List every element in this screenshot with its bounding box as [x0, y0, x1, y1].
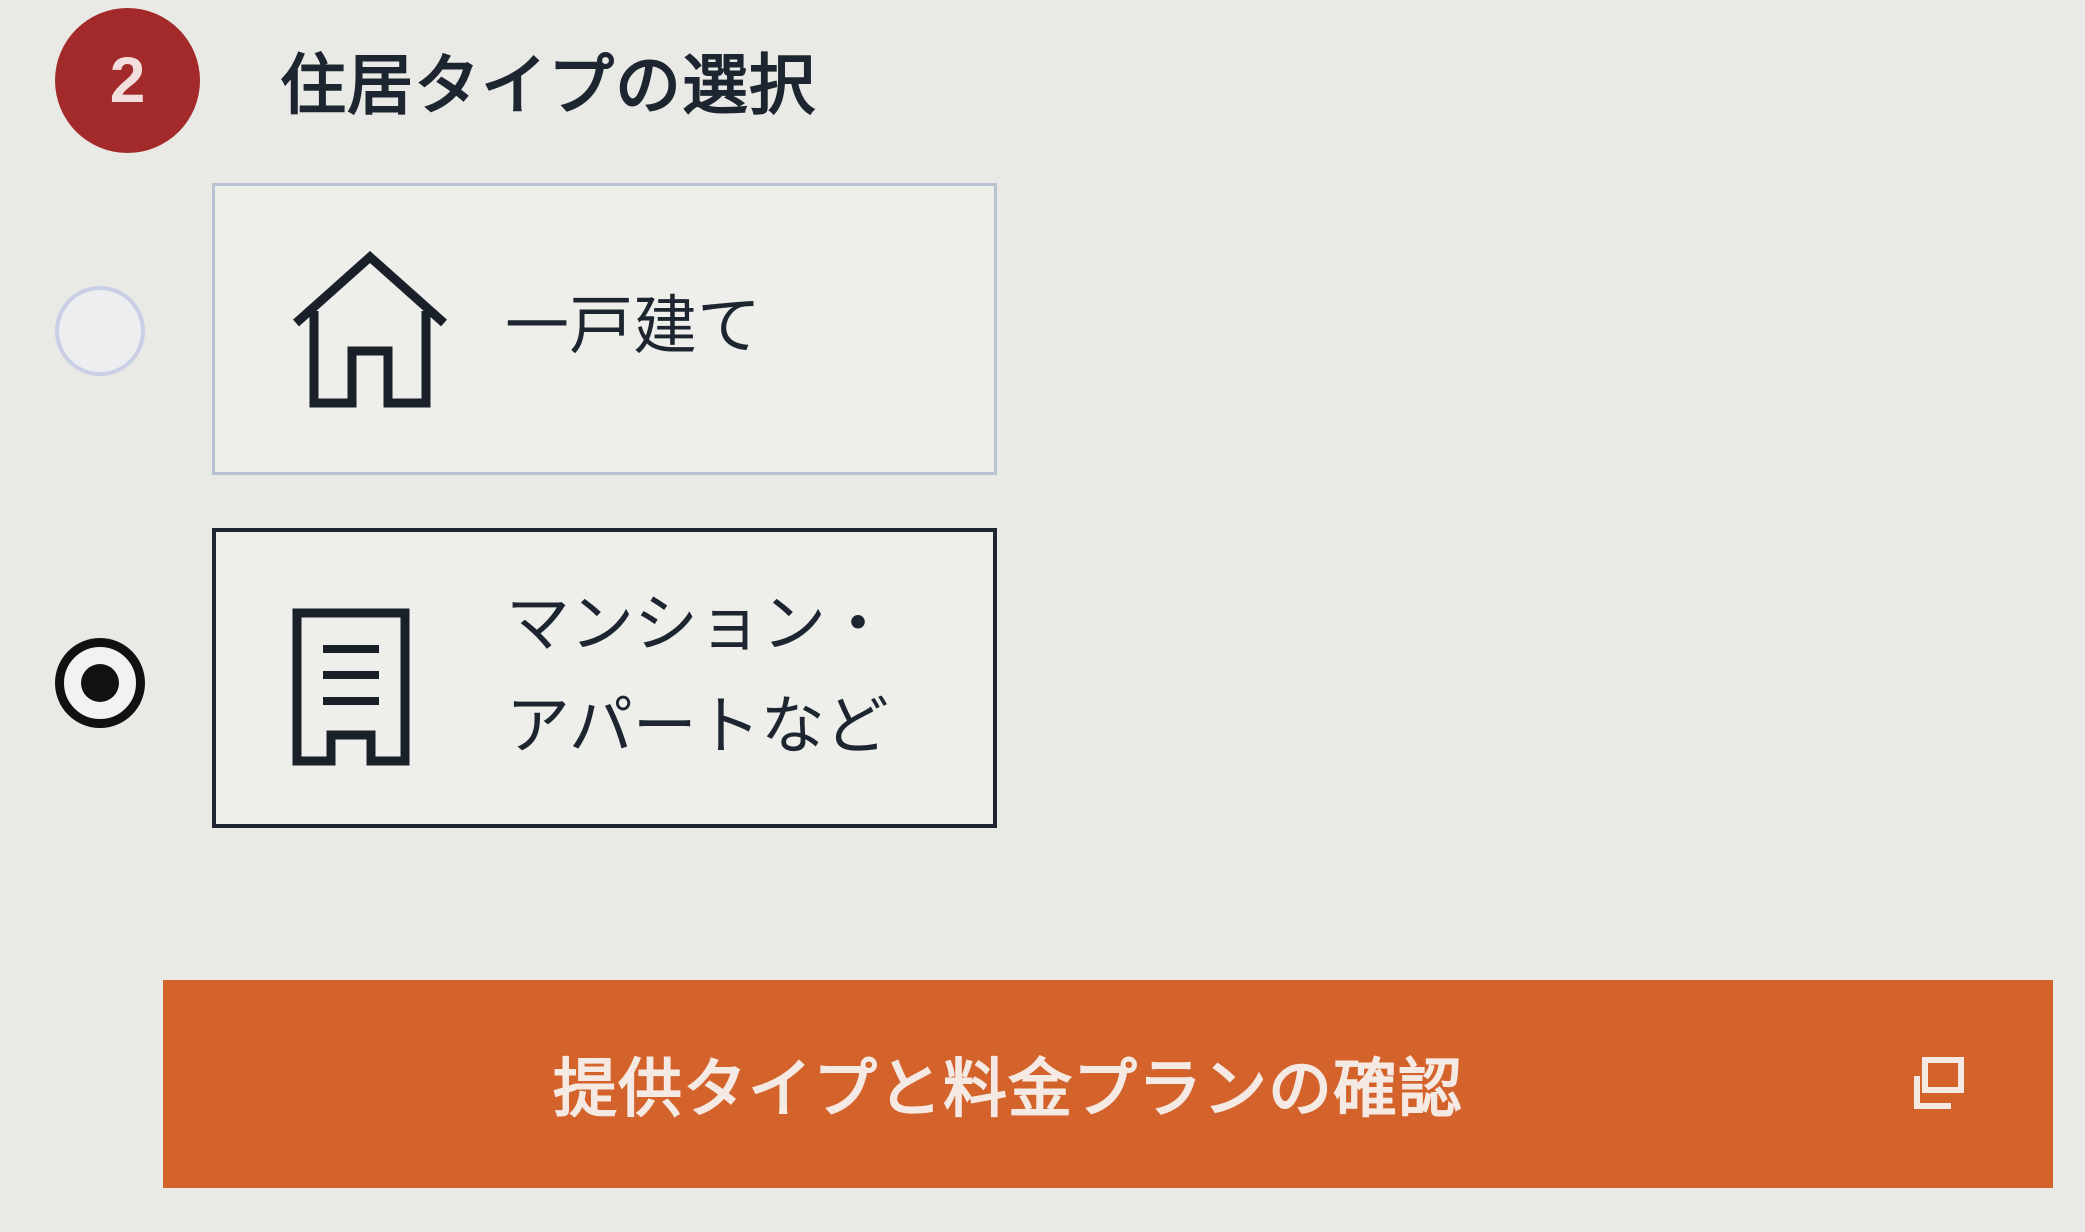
step-title: 住居タイプの選択 [280, 47, 816, 124]
option-card-apartment[interactable]: マンション・ アパートなど [212, 528, 997, 828]
apartment-building-icon [291, 607, 411, 771]
check-plans-button[interactable]: 提供タイプと料金プランの確認 [163, 980, 2053, 1188]
radio-detached-house[interactable] [55, 286, 145, 376]
external-window-icon [1911, 1052, 1965, 1126]
option-label-detached-house: 一戸建て [505, 290, 761, 364]
option-label-apartment-line1: マンション・ [506, 588, 890, 662]
option-label-apartment-line2: アパートなど [506, 690, 889, 764]
house-icon [290, 250, 450, 415]
radio-apartment[interactable] [55, 638, 145, 728]
check-plans-button-label: 提供タイプと料金プランの確認 [553, 1053, 1463, 1127]
step-header: 2 住居タイプの選択 [55, 5, 816, 155]
option-card-detached-house[interactable]: 一戸建て [212, 183, 997, 475]
step-number-badge: 2 [55, 7, 200, 153]
